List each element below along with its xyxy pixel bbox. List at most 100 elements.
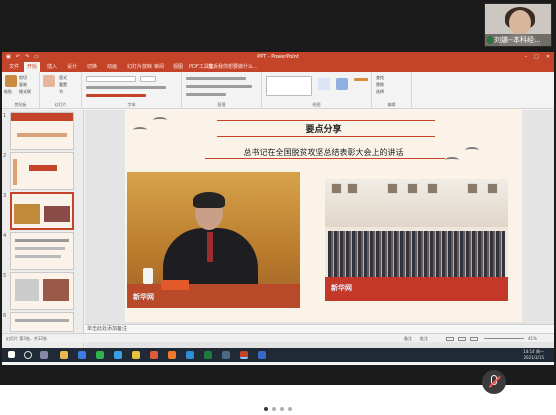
slide-thumbnail-1[interactable] [10,112,74,150]
ribbon-group-label: 段落 [217,102,226,107]
tell-me-search[interactable]: 告诉我你想要做什么... [205,62,261,72]
speaker-tie [207,232,213,262]
zoom-level[interactable]: 41% [528,334,537,343]
page-dot[interactable] [264,407,268,411]
wall-portrait [407,183,418,194]
file-explorer-icon[interactable] [60,351,68,359]
slide-title: 要点分享 [305,125,342,135]
page-dot[interactable] [272,407,276,411]
search-icon[interactable] [24,351,32,359]
wall-portrait [487,183,498,194]
window-controls: – □ ✕ [518,52,550,62]
participant-name: 刘娜--本科经... [485,34,551,46]
slide-subtitle: 总书记在全国脱贫攻坚总结表彰大会上的讲话 [243,148,404,157]
comments-toggle[interactable]: 批注 [420,334,428,343]
text-direction-buttons[interactable] [186,93,226,96]
slide-thumbnail-2[interactable] [10,152,74,190]
ribbon-group-label: 剪贴板 [14,102,27,107]
app-icon[interactable] [132,351,140,359]
copy-button[interactable]: 复制 [19,82,27,88]
name-card [161,280,189,290]
app-icon[interactable] [258,351,266,359]
sorter-view-icon[interactable] [458,337,466,341]
tab-design[interactable]: 设计 [64,62,80,72]
edge-icon[interactable] [186,351,194,359]
wall-portrait [427,183,438,194]
app-icon[interactable] [168,351,176,359]
zoom-slider[interactable] [484,338,524,339]
crowd [328,231,505,277]
thumb-number: 3 [3,193,7,199]
app-icon[interactable] [114,351,122,359]
app-icon[interactable] [222,351,230,359]
ribbon-group-slides: 版式 重置 节 幻灯片 [40,72,82,109]
notes-toggle[interactable]: 备注 [404,334,412,343]
align-buttons[interactable] [186,85,252,88]
subtitle-rule [205,158,445,159]
font-format-buttons[interactable] [86,86,166,89]
new-slide-icon[interactable] [43,75,55,87]
arrange-icon[interactable] [318,78,330,90]
section-button[interactable]: 节 [59,89,63,95]
slide-thumbnails-pane: 1 2 3 4 5 6 [2,110,84,355]
font-family-select[interactable] [86,76,136,82]
font-color-buttons[interactable] [86,94,146,97]
select-button[interactable]: 选择 [376,89,384,95]
tab-review[interactable]: 审阅 [151,62,167,72]
wall-portrait [347,183,358,194]
video-call-window: 刘娜--本科经... ▣ ↶ ↷ ▭ PPT - PowerPoint – □ ✕ 文件 … [0,0,556,415]
page-dot[interactable] [280,407,284,411]
taskbar-clock[interactable]: 14:14 周一 2021/3/15 [523,349,544,361]
powerpoint-icon[interactable] [240,351,248,359]
wall-portrait [331,183,342,194]
group-photo: 新华网 [325,179,508,301]
page-dot[interactable] [288,407,292,411]
cut-button[interactable]: 剪切 [19,75,27,81]
browser-icon[interactable] [78,351,86,359]
normal-view-icon[interactable] [446,337,454,341]
minimize-icon[interactable]: – [525,54,528,60]
replace-button[interactable]: 替换 [376,82,384,88]
wechat-icon[interactable] [96,351,104,359]
tab-animations[interactable]: 动画 [104,62,120,72]
layout-button[interactable]: 版式 [59,75,67,81]
participant-face [509,10,531,36]
font-size-select[interactable] [140,76,156,82]
task-view-icon[interactable] [40,351,48,359]
reading-view-icon[interactable] [470,337,478,341]
tab-insert[interactable]: 插入 [44,62,60,72]
find-button[interactable]: 查找 [376,75,384,81]
app-icon[interactable] [150,351,158,359]
tab-transitions[interactable]: 切换 [84,62,100,72]
tea-cup [143,268,153,284]
reset-button[interactable]: 重置 [59,82,67,88]
slide-thumbnail-4[interactable] [10,232,74,270]
list-buttons[interactable] [186,77,246,80]
tab-view[interactable]: 视图 [170,62,186,72]
format-painter-button[interactable]: 格式刷 [19,89,31,95]
close-icon[interactable]: ✕ [546,54,550,60]
ribbon: 粘贴 剪切 复制 格式刷 剪贴板 版式 重置 节 幻灯片 字体 段落 绘图 查找… [2,72,554,109]
slide-thumbnail-6[interactable] [10,312,74,332]
paste-icon[interactable] [5,75,17,87]
slide-thumbnail-5[interactable] [10,272,74,310]
slide-thumbnail-3[interactable] [10,192,74,230]
quick-styles-icon[interactable] [336,78,348,90]
tab-file[interactable]: 文件 [6,62,22,72]
shape-fill-button[interactable] [354,78,368,81]
mute-button[interactable] [482,370,506,394]
ribbon-tabs: 文件 开始 插入 设计 切换 动画 幻灯片放映 审阅 视图 PDF工具集 告诉我… [2,62,554,72]
ribbon-group-editing: 查找 替换 选择 编辑 [372,72,412,109]
thumb-number: 2 [3,153,7,159]
windows-taskbar: 14:14 周一 2021/3/15 [2,348,554,362]
excel-icon[interactable] [204,351,212,359]
participant-video-tile[interactable]: 刘娜--本科经... [484,3,552,47]
maximize-icon[interactable]: □ [534,54,539,60]
title-rule-bottom [217,136,435,137]
shapes-gallery[interactable] [266,76,312,96]
notes-pane[interactable]: 单击此处添加备注 [85,324,554,333]
clock-date: 2021/3/15 [523,355,544,360]
tab-home[interactable]: 开始 [24,62,41,72]
windows-start-icon[interactable] [8,351,15,358]
ribbon-group-label: 绘图 [312,102,321,107]
